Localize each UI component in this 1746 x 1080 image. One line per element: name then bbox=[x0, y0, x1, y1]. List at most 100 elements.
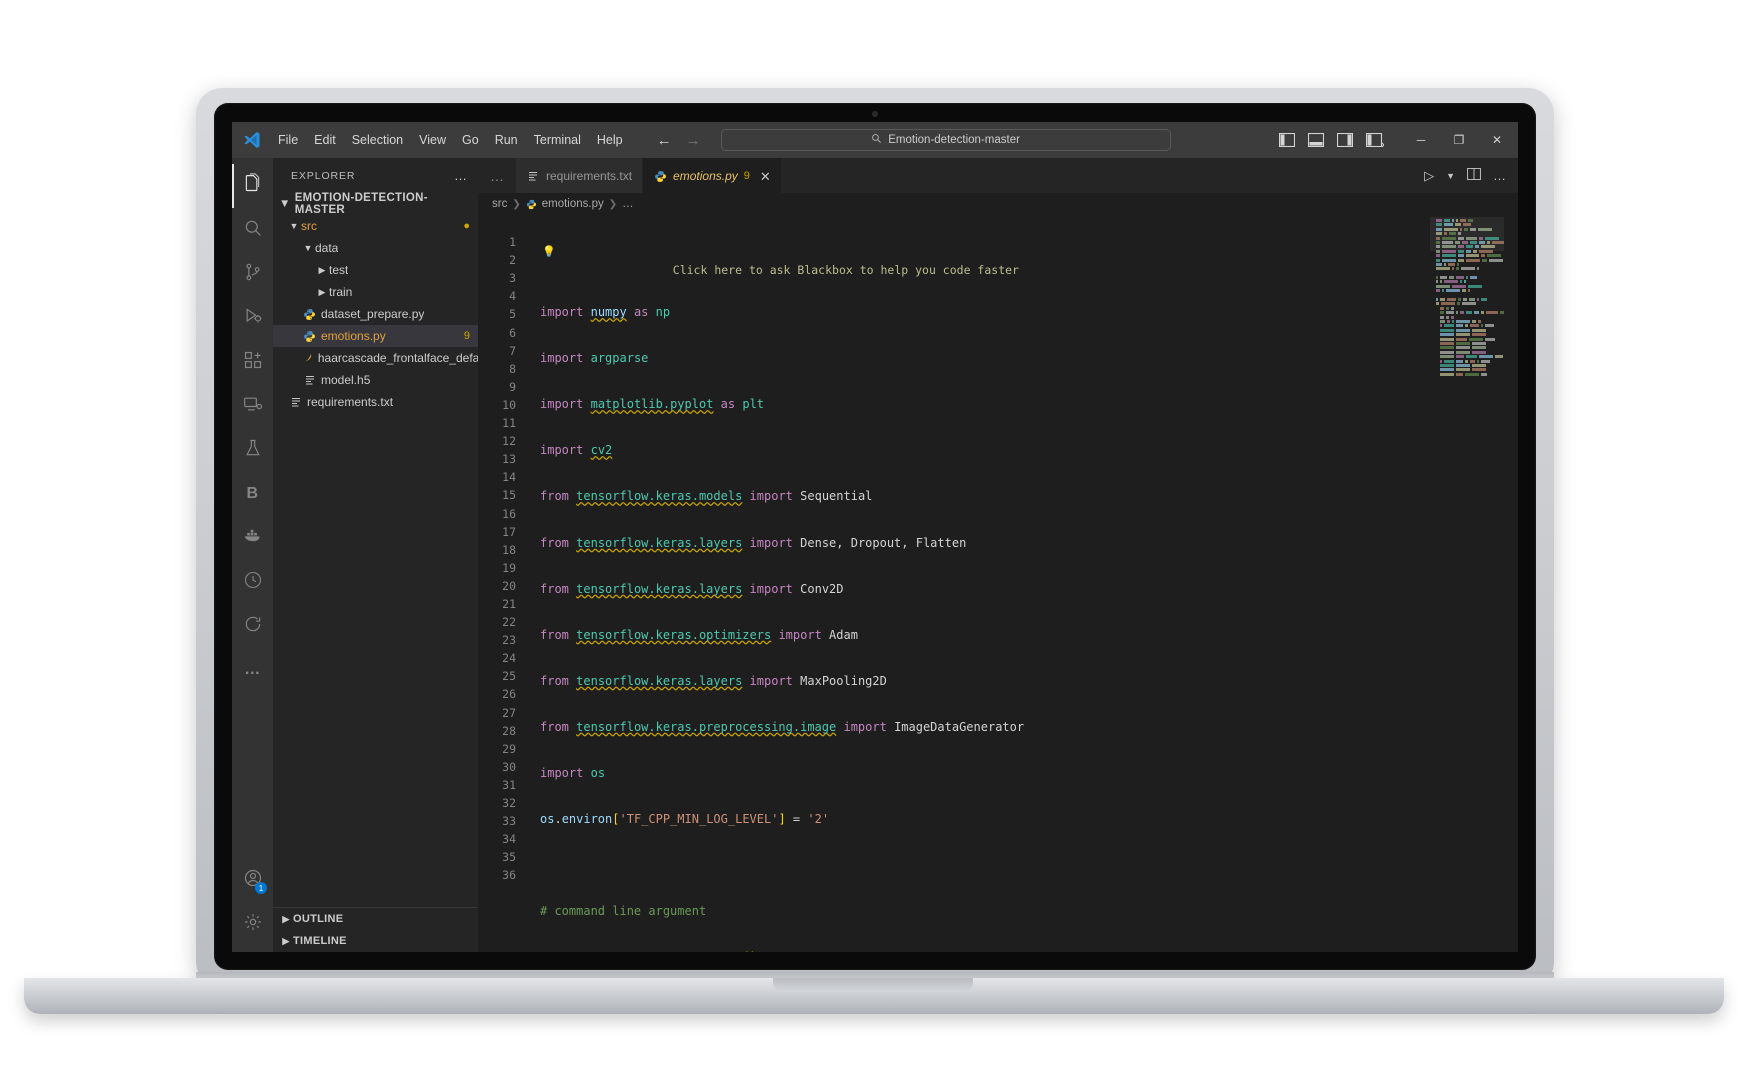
activity-item-blackbox[interactable]: B bbox=[232, 472, 273, 516]
activity-item-remote-explorer[interactable] bbox=[232, 384, 273, 428]
sidebar-more-actions-icon[interactable]: … bbox=[454, 168, 468, 183]
menu-selection[interactable]: Selection bbox=[344, 129, 411, 151]
chevron-down-icon[interactable]: ▼ bbox=[1446, 171, 1455, 181]
activity-item-testing[interactable] bbox=[232, 428, 273, 472]
activity-item-python-environments[interactable] bbox=[232, 560, 273, 604]
hint-gutter-spacer bbox=[478, 215, 516, 233]
activity-item-sync[interactable] bbox=[232, 604, 273, 648]
python-file-icon bbox=[653, 170, 667, 183]
close-icon[interactable]: ✕ bbox=[760, 170, 771, 183]
tab-emotions-py[interactable]: emotions.py 9 ✕ bbox=[643, 158, 782, 193]
line-number: 3 bbox=[509, 271, 516, 286]
line-number: 17 bbox=[502, 524, 516, 539]
breadcrumb-item-file[interactable]: emotions.py bbox=[542, 198, 604, 210]
title-bar: File Edit Selection View Go Run Terminal… bbox=[232, 122, 1518, 158]
line-number: 11 bbox=[502, 416, 516, 431]
activity-item-source-control[interactable] bbox=[232, 252, 273, 296]
command-center-search[interactable]: Emotion-detection-master bbox=[720, 129, 1171, 151]
tabs-overflow-icon[interactable]: … bbox=[478, 158, 516, 193]
tree-item-haarcascade-xml[interactable]: haarcascade_frontalface_default.xml bbox=[273, 347, 478, 369]
sidebar-section-outline[interactable]: ▶ OUTLINE bbox=[273, 908, 478, 930]
menu-help[interactable]: Help bbox=[589, 129, 631, 151]
text-file-icon bbox=[526, 170, 540, 182]
activity-item-explorer[interactable] bbox=[232, 164, 273, 208]
code-line-15: ap = argparse.ArgumentParser() bbox=[540, 948, 1518, 952]
code-editor[interactable]: 1 2 3 4 5 6 7 8 9 10 11 12 13 14 15 16 1… bbox=[478, 215, 1518, 952]
activity-item-manage-settings[interactable] bbox=[232, 902, 273, 946]
line-number: 28 bbox=[502, 723, 516, 738]
tab-problem-badge: 9 bbox=[743, 170, 750, 182]
minimap-line bbox=[1430, 333, 1504, 337]
chevron-down-icon: ▼ bbox=[279, 198, 291, 210]
line-number: 2 bbox=[509, 253, 516, 268]
tree-item-emotions-py[interactable]: emotions.py 9 bbox=[273, 325, 478, 347]
command-center-title: Emotion-detection-master bbox=[888, 134, 1020, 146]
breadcrumb-item-symbol[interactable]: … bbox=[622, 198, 634, 210]
line-number: 23 bbox=[502, 633, 516, 648]
tab-requirements-txt[interactable]: requirements.txt bbox=[516, 158, 644, 193]
menu-bar[interactable]: File Edit Selection View Go Run Terminal… bbox=[270, 129, 631, 151]
activity-item-docker[interactable] bbox=[232, 516, 273, 560]
text-file-icon bbox=[287, 396, 304, 408]
minimap-rows bbox=[1430, 219, 1504, 376]
minimap-line bbox=[1430, 328, 1504, 332]
activity-item-more-actions[interactable]: … bbox=[232, 648, 273, 692]
minimap-line bbox=[1430, 372, 1504, 376]
run-python-file-icon[interactable]: ▷ bbox=[1424, 168, 1434, 184]
tree-item-data[interactable]: ▼ data bbox=[273, 237, 478, 259]
sidebar-section-timeline[interactable]: ▶ TIMELINE bbox=[273, 930, 478, 952]
explorer-root-folder[interactable]: ▼ EMOTION-DETECTION-MASTER bbox=[273, 192, 478, 216]
menu-edit[interactable]: Edit bbox=[306, 129, 344, 151]
line-number: 16 bbox=[502, 506, 516, 521]
split-editor-icon[interactable] bbox=[1467, 167, 1481, 183]
tree-item-requirements-txt[interactable]: requirements.txt bbox=[273, 391, 478, 413]
toggle-panel-icon[interactable] bbox=[1308, 133, 1324, 147]
code-line-7: from tensorflow.keras.layers import Conv… bbox=[540, 581, 844, 596]
activity-item-accounts[interactable]: 1 bbox=[232, 858, 273, 902]
tree-item-model-h5[interactable]: model.h5 bbox=[273, 369, 478, 391]
maximize-button[interactable]: ❐ bbox=[1440, 123, 1478, 157]
menu-run[interactable]: Run bbox=[487, 129, 526, 151]
toggle-secondary-sidebar-icon[interactable] bbox=[1337, 133, 1353, 147]
minimize-button[interactable]: ─ bbox=[1402, 123, 1440, 157]
blackbox-code-hint[interactable]: 💡 Click here to ask Blackbox to help you … bbox=[540, 243, 1518, 277]
forward-arrow-icon[interactable]: → bbox=[686, 133, 701, 148]
menu-terminal[interactable]: Terminal bbox=[526, 129, 589, 151]
tree-item-dataset-prepare-py[interactable]: dataset_prepare.py bbox=[273, 303, 478, 325]
minimap-line bbox=[1430, 341, 1504, 345]
minimap[interactable] bbox=[1430, 215, 1504, 952]
activity-item-run-and-debug[interactable] bbox=[232, 296, 273, 340]
minimap-line bbox=[1430, 359, 1504, 363]
line-number: 22 bbox=[502, 615, 516, 630]
tree-item-label: haarcascade_frontalface_default.xml bbox=[317, 351, 478, 365]
tree-item-src[interactable]: ▼ src ● bbox=[273, 215, 478, 237]
line-number: 26 bbox=[502, 687, 516, 702]
menu-file[interactable]: File bbox=[270, 129, 306, 151]
back-arrow-icon[interactable]: ← bbox=[657, 133, 672, 148]
chevron-right-icon: ▶ bbox=[318, 286, 326, 297]
minimap-line bbox=[1430, 289, 1504, 293]
activity-item-extensions[interactable] bbox=[232, 340, 273, 384]
line-number: 18 bbox=[502, 542, 516, 557]
more-actions-icon[interactable]: … bbox=[1493, 168, 1506, 183]
code-content[interactable]: 💡 Click here to ask Blackbox to help you … bbox=[530, 215, 1518, 952]
breadcrumb-item-src[interactable]: src bbox=[492, 198, 507, 210]
toggle-primary-sidebar-icon[interactable] bbox=[1279, 133, 1295, 147]
tree-item-train[interactable]: ▶ train bbox=[273, 281, 478, 303]
editor-vertical-scrollbar[interactable] bbox=[1504, 215, 1518, 952]
activity-item-search[interactable] bbox=[232, 208, 273, 252]
line-number: 35 bbox=[502, 850, 516, 865]
menu-go[interactable]: Go bbox=[454, 129, 487, 151]
menu-view[interactable]: View bbox=[411, 129, 454, 151]
line-number: 32 bbox=[502, 796, 516, 810]
line-number: 12 bbox=[502, 434, 516, 449]
search-icon bbox=[871, 133, 882, 147]
close-button[interactable]: ✕ bbox=[1478, 123, 1516, 157]
ellipsis-icon: … bbox=[244, 661, 261, 678]
file-icon bbox=[301, 374, 318, 386]
customize-layout-icon[interactable] bbox=[1366, 133, 1384, 147]
line-number: 13 bbox=[502, 452, 516, 467]
line-number: 15 bbox=[502, 488, 516, 503]
tree-item-test[interactable]: ▶ test bbox=[273, 259, 478, 281]
tree-item-label: src bbox=[301, 219, 317, 233]
